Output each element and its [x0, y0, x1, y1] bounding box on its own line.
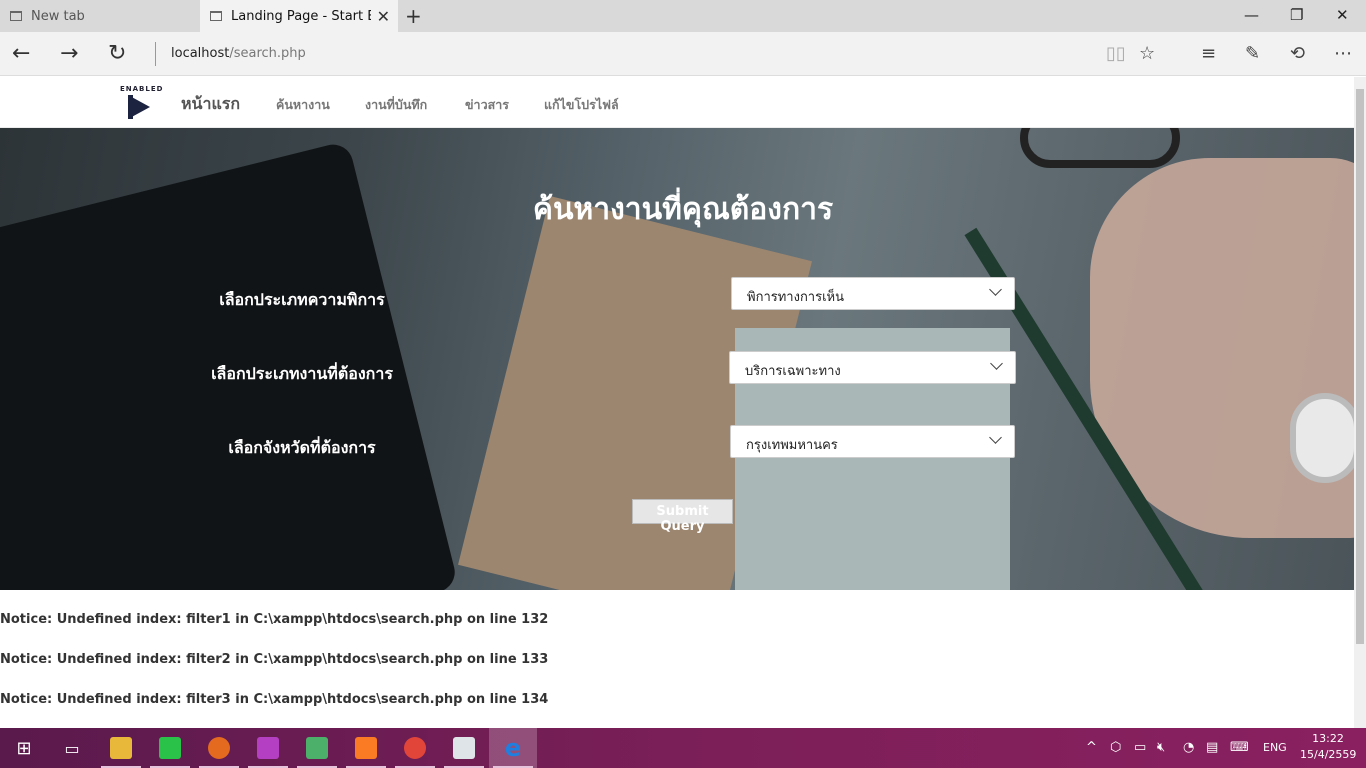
nav-link-edit-profile[interactable]: แก้ไขโปรไฟล์ — [544, 95, 619, 115]
refresh-icon[interactable]: ↻ — [108, 41, 126, 66]
clock-date: 15/4/2559 — [1300, 748, 1357, 761]
taskbar-file-explorer[interactable] — [97, 728, 145, 768]
taskbar-phpstorm[interactable] — [244, 728, 292, 768]
tab-page-icon — [10, 11, 22, 21]
forward-icon[interactable]: → — [60, 41, 78, 66]
nav-link-saved-jobs[interactable]: งานที่บันทึก — [365, 95, 427, 115]
taskbar-chrome[interactable] — [391, 728, 439, 768]
task-view-icon: ▭ — [64, 738, 80, 758]
tab-title: Landing Page - Start Bootstrap — [231, 8, 371, 24]
keyboard-icon[interactable]: ⌨ — [1230, 740, 1249, 755]
restore-icon[interactable]: ❐ — [1290, 6, 1303, 24]
taskbar-android[interactable] — [293, 728, 341, 768]
show-hidden-icons-icon[interactable]: ^ — [1086, 740, 1097, 755]
more-icon[interactable]: ⋯ — [1334, 43, 1352, 64]
dropbox-icon[interactable]: ⬡ — [1110, 740, 1121, 755]
volume-muted-icon[interactable]: 🔇︎ — [1157, 740, 1165, 755]
phpstorm-icon — [257, 737, 279, 759]
select-value: กรุงเทพมหานคร — [746, 438, 838, 453]
hero-section: ค้นหางานที่คุณต้องการ เลือกประเภทความพิก… — [0, 128, 1354, 590]
province-label: เลือกจังหวัดที่ต้องการ — [228, 438, 376, 457]
minimize-icon[interactable]: — — [1244, 6, 1259, 24]
disability-type-label: เลือกประเภทความพิการ — [219, 290, 385, 309]
tab-new-tab[interactable]: New tab — [0, 0, 200, 32]
site-navbar: ENABLED หน้าแรก ค้นหางาน งานที่บันทึก ข่… — [0, 77, 1354, 128]
chevron-down-icon — [990, 357, 1003, 370]
php-notice: Notice: Undefined index: filter3 in C:\x… — [0, 692, 549, 707]
wifi-icon[interactable]: ◔ — [1183, 740, 1194, 755]
xampp-icon — [355, 737, 377, 759]
chrome-icon — [404, 737, 426, 759]
favorite-star-icon[interactable]: ☆ — [1139, 43, 1155, 64]
hero-bg-watch — [1290, 393, 1354, 483]
firefox-icon — [208, 737, 230, 759]
php-notice: Notice: Undefined index: filter2 in C:\x… — [0, 652, 549, 667]
nav-link-news[interactable]: ข่าวสาร — [465, 95, 509, 115]
taskbar-line[interactable] — [146, 728, 194, 768]
edge-icon: e — [504, 734, 522, 762]
select-value: บริการเฉพาะทาง — [745, 364, 841, 379]
page-scrollbar[interactable] — [1354, 77, 1366, 728]
taskbar-edge[interactable]: e — [489, 728, 537, 768]
nav-home-link[interactable]: หน้าแรก — [181, 92, 240, 117]
tab-landing-page[interactable]: Landing Page - Start Bootstrap ✕ — [200, 0, 398, 32]
scrollbar-thumb[interactable] — [1356, 89, 1364, 644]
android-icon — [306, 737, 328, 759]
job-type-select[interactable]: บริการเฉพาะทาง — [729, 351, 1016, 384]
taskbar-firefox[interactable] — [195, 728, 243, 768]
site-logo[interactable]: ENABLED — [120, 85, 164, 121]
taskbar-clock[interactable]: 13:22 15/4/2559 — [1300, 731, 1356, 763]
submit-query-button[interactable]: Submit Query — [632, 499, 733, 534]
browser-tab-strip: New tab Landing Page - Start Bootstrap ✕… — [0, 0, 1366, 32]
address-path: /search.php — [229, 46, 306, 61]
file-explorer-icon — [110, 737, 132, 759]
hero-title: ค้นหางานที่คุณต้องการ — [532, 192, 834, 227]
disability-type-select[interactable]: พิการทางการเห็น — [731, 277, 1015, 310]
notification-icon[interactable]: ▤ — [1206, 740, 1218, 755]
job-type-label: เลือกประเภทงานที่ต้องการ — [211, 364, 393, 383]
tab-title: New tab — [31, 8, 85, 24]
windows-taskbar: ⊞ ▭ e ^ ⬡ ▭ 🔇︎ ◔ ▤ ⌨ ENG 13:22 15/4/2559 — [0, 728, 1366, 768]
line-icon — [159, 737, 181, 759]
battery-icon[interactable]: ▭ — [1134, 740, 1146, 755]
nav-link-search-jobs[interactable]: ค้นหางาน — [276, 95, 330, 115]
news-icon — [453, 737, 475, 759]
taskbar-news[interactable] — [440, 728, 488, 768]
close-tab-icon[interactable]: ✕ — [377, 7, 390, 26]
taskbar-xampp[interactable] — [342, 728, 390, 768]
web-note-icon[interactable]: ✎ — [1245, 43, 1260, 64]
logo-text: ENABLED — [120, 85, 164, 93]
province-select[interactable]: กรุงเทพมหานคร — [730, 425, 1015, 458]
chevron-down-icon — [989, 431, 1002, 444]
address-bar[interactable]: localhost/search.php — [171, 46, 306, 61]
start-icon: ⊞ — [16, 737, 32, 759]
select-value: พิการทางการเห็น — [747, 290, 844, 305]
php-notice: Notice: Undefined index: filter1 in C:\x… — [0, 612, 549, 627]
start-button[interactable]: ⊞ — [0, 728, 48, 768]
reading-view-icon[interactable]: ▯▯ — [1106, 43, 1126, 64]
tab-page-icon — [210, 11, 222, 21]
close-window-icon[interactable]: ✕ — [1336, 6, 1349, 24]
hero-bg-glasses — [1020, 128, 1180, 168]
browser-toolbar: ← → ↻ localhost/search.php ▯▯ ☆ ≡ ✎ ⟲ ⋯ — [0, 32, 1366, 76]
new-tab-button[interactable]: + — [405, 4, 422, 28]
page-viewport: ENABLED หน้าแรก ค้นหางาน งานที่บันทึก ข่… — [0, 77, 1354, 728]
logo-arrow-icon — [128, 95, 150, 119]
address-separator — [155, 42, 156, 66]
clock-time: 13:22 — [1312, 732, 1344, 745]
back-icon[interactable]: ← — [12, 41, 30, 66]
task-view-button[interactable]: ▭ — [48, 728, 96, 768]
chevron-down-icon — [989, 283, 1002, 296]
share-icon[interactable]: ⟲ — [1290, 43, 1305, 64]
input-language[interactable]: ENG — [1263, 741, 1287, 754]
address-host: localhost — [171, 46, 230, 61]
hub-icon[interactable]: ≡ — [1201, 43, 1216, 64]
